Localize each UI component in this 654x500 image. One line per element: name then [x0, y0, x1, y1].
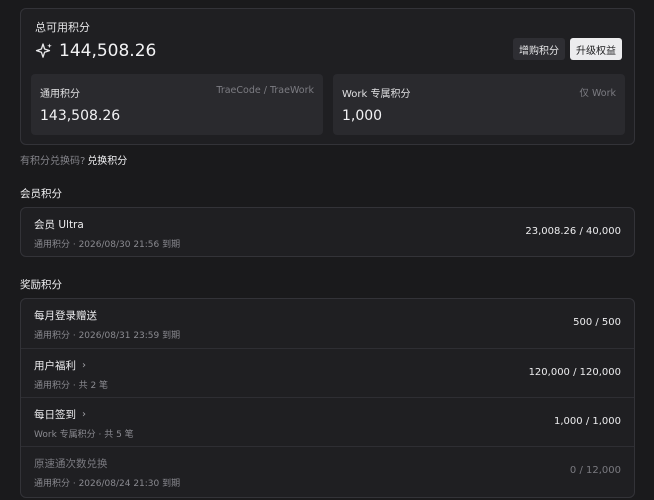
total-credits-value: 144,508.26 — [59, 41, 157, 61]
work-credits-card: Work 专属积分 仅 Work 1,000 — [333, 74, 625, 135]
row-subtitle: Work 专属积分 · 共 5 笔 — [34, 430, 134, 440]
redeem-question: 有积分兑换码? — [20, 156, 86, 167]
member-section-title: 会员积分 — [20, 188, 62, 200]
general-credits-value: 143,508.26 — [40, 108, 121, 124]
row-amount: 23,008.26 / 40,000 — [525, 226, 621, 237]
list-item[interactable]: 每日签到 › Work 专属积分 · 共 5 笔 1,000 / 1,000 — [21, 397, 634, 446]
buy-credits-button[interactable]: 增购积分 — [513, 38, 565, 60]
row-amount: 0 / 12,000 — [569, 465, 621, 476]
reward-credits-list: 每月登录赠送 通用积分 · 2026/08/31 23:59 到期 500 / … — [20, 298, 635, 498]
row-name[interactable]: 用户福利 › — [34, 358, 86, 373]
row-name: 每月登录赠送 — [34, 310, 97, 322]
row-amount: 120,000 / 120,000 — [528, 367, 621, 378]
chevron-right-icon[interactable]: › — [82, 360, 86, 371]
upgrade-plan-button[interactable]: 升级权益 — [570, 38, 622, 60]
member-credits-list: 会员 Ultra 通用积分 · 2026/08/30 21:56 到期 23,0… — [20, 207, 635, 257]
list-item: 每月登录赠送 通用积分 · 2026/08/31 23:59 到期 500 / … — [21, 299, 634, 348]
total-credits-row: 144,508.26 — [35, 41, 156, 61]
row-name: 会员 Ultra — [34, 219, 84, 231]
row-subtitle: 通用积分 · 2026/08/24 21:30 到期 — [34, 479, 181, 489]
redeem-credits-link[interactable]: 兑换积分 — [87, 152, 127, 167]
sparkle-icon — [35, 42, 53, 60]
work-credits-label: Work 专属积分 — [342, 89, 411, 100]
chevron-right-icon[interactable]: › — [82, 409, 86, 420]
list-item: 原速通次数兑换 通用积分 · 2026/08/24 21:30 到期 0 / 1… — [21, 446, 634, 495]
list-item[interactable]: 用户福利 › 通用积分 · 共 2 笔 120,000 / 120,000 — [21, 348, 634, 397]
row-subtitle: 通用积分 · 2026/08/31 23:59 到期 — [34, 331, 181, 341]
total-credits-title: 总可用积分 — [35, 21, 90, 34]
general-credits-card: 通用积分 TraeCode / TraeWork 143,508.26 — [31, 74, 323, 135]
total-credits-card: 总可用积分 144,508.26 增购积分 升级权益 通用积分 TraeCode… — [20, 8, 635, 145]
row-name: 原速通次数兑换 — [34, 458, 108, 470]
reward-section-title: 奖励积分 — [20, 279, 62, 291]
work-credits-scope: 仅 Work — [579, 88, 616, 99]
redeem-row: 有积分兑换码? 兑换积分 — [20, 152, 127, 167]
work-credits-value: 1,000 — [342, 108, 383, 124]
row-amount: 500 / 500 — [573, 317, 621, 328]
row-name[interactable]: 每日签到 › — [34, 407, 86, 422]
general-credits-label: 通用积分 — [40, 89, 80, 100]
row-subtitle: 通用积分 · 2026/08/30 21:56 到期 — [34, 240, 181, 250]
row-subtitle: 通用积分 · 共 2 笔 — [34, 381, 109, 391]
list-item: 会员 Ultra 通用积分 · 2026/08/30 21:56 到期 23,0… — [21, 208, 634, 256]
general-credits-scope: TraeCode / TraeWork — [216, 85, 314, 96]
row-amount: 1,000 / 1,000 — [554, 416, 621, 427]
